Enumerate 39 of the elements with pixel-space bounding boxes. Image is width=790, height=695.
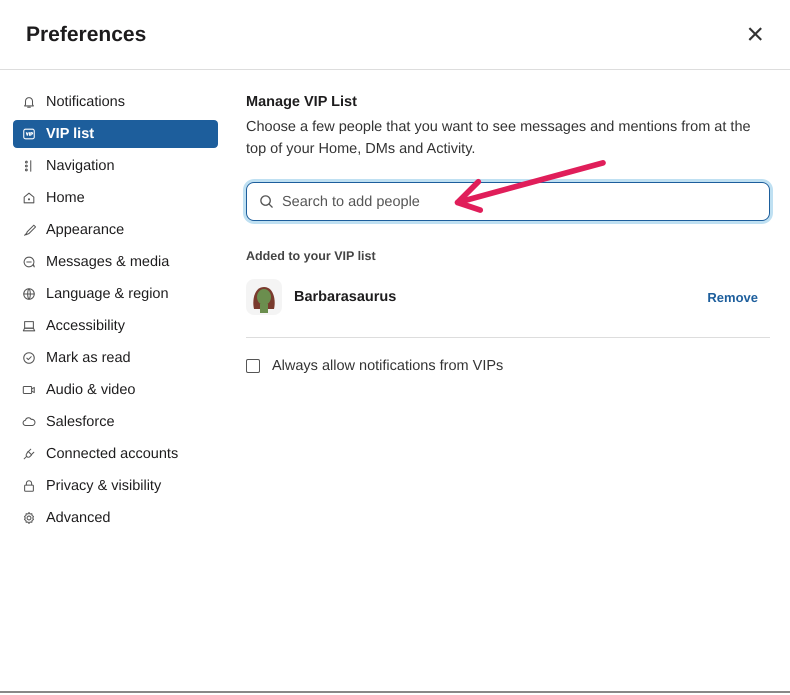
bell-icon — [22, 95, 36, 109]
sidebar-item[interactable]: Audio & video — [13, 376, 218, 404]
sidebar-item[interactable]: Notifications — [13, 88, 218, 116]
section-heading: Manage VIP List — [246, 94, 358, 110]
plug-icon — [22, 447, 36, 461]
brush-icon — [22, 223, 36, 237]
section-description: Choose a few people that you want to see messages and mentions from at the top of your Home, DMs and Activity. — [246, 118, 752, 159]
sidebar-item[interactable]: Advanced — [13, 504, 218, 532]
globe-icon — [22, 287, 36, 301]
sidebar-item[interactable]: Salesforce — [13, 408, 218, 436]
vip-icon — [22, 127, 36, 141]
search-icon — [259, 194, 274, 209]
close-button[interactable]: × — [742, 20, 768, 50]
home-icon — [22, 191, 36, 205]
sidebar-item[interactable]: Privacy & visibility — [13, 472, 218, 500]
check-circle-icon — [22, 351, 36, 365]
search-field[interactable]: Search to add people — [246, 182, 770, 221]
checkbox[interactable] — [246, 359, 260, 373]
cloud-icon — [22, 415, 36, 429]
sidebar-item[interactable]: Appearance — [13, 216, 218, 244]
gear-icon — [22, 511, 36, 525]
sidebar-item[interactable]: VIP list — [13, 120, 218, 148]
sidebar-item[interactable]: Accessibility — [13, 312, 218, 340]
window-title: Preferences — [26, 22, 146, 46]
list-heading: Added to your VIP list — [246, 249, 377, 263]
laptop-icon — [22, 319, 36, 333]
sidebar-item[interactable]: Home — [13, 184, 218, 212]
sidebar-item[interactable]: Mark as read — [13, 344, 218, 372]
avatar-drawing — [246, 279, 282, 315]
video-icon — [22, 383, 36, 397]
sidebar-item[interactable]: Connected accounts — [13, 440, 218, 468]
person-name: Barbarasaurus — [294, 289, 398, 305]
remove-link[interactable]: Remove — [707, 290, 758, 304]
sidebar-item[interactable]: Navigation — [13, 152, 218, 180]
message-icon — [22, 255, 36, 269]
checkbox-label: Always allow notifications from VIPs — [272, 358, 504, 374]
sidebar-item[interactable]: Messages & media — [13, 248, 218, 276]
sidebar-item[interactable]: Language & region — [13, 280, 218, 308]
lock-icon — [22, 479, 36, 493]
